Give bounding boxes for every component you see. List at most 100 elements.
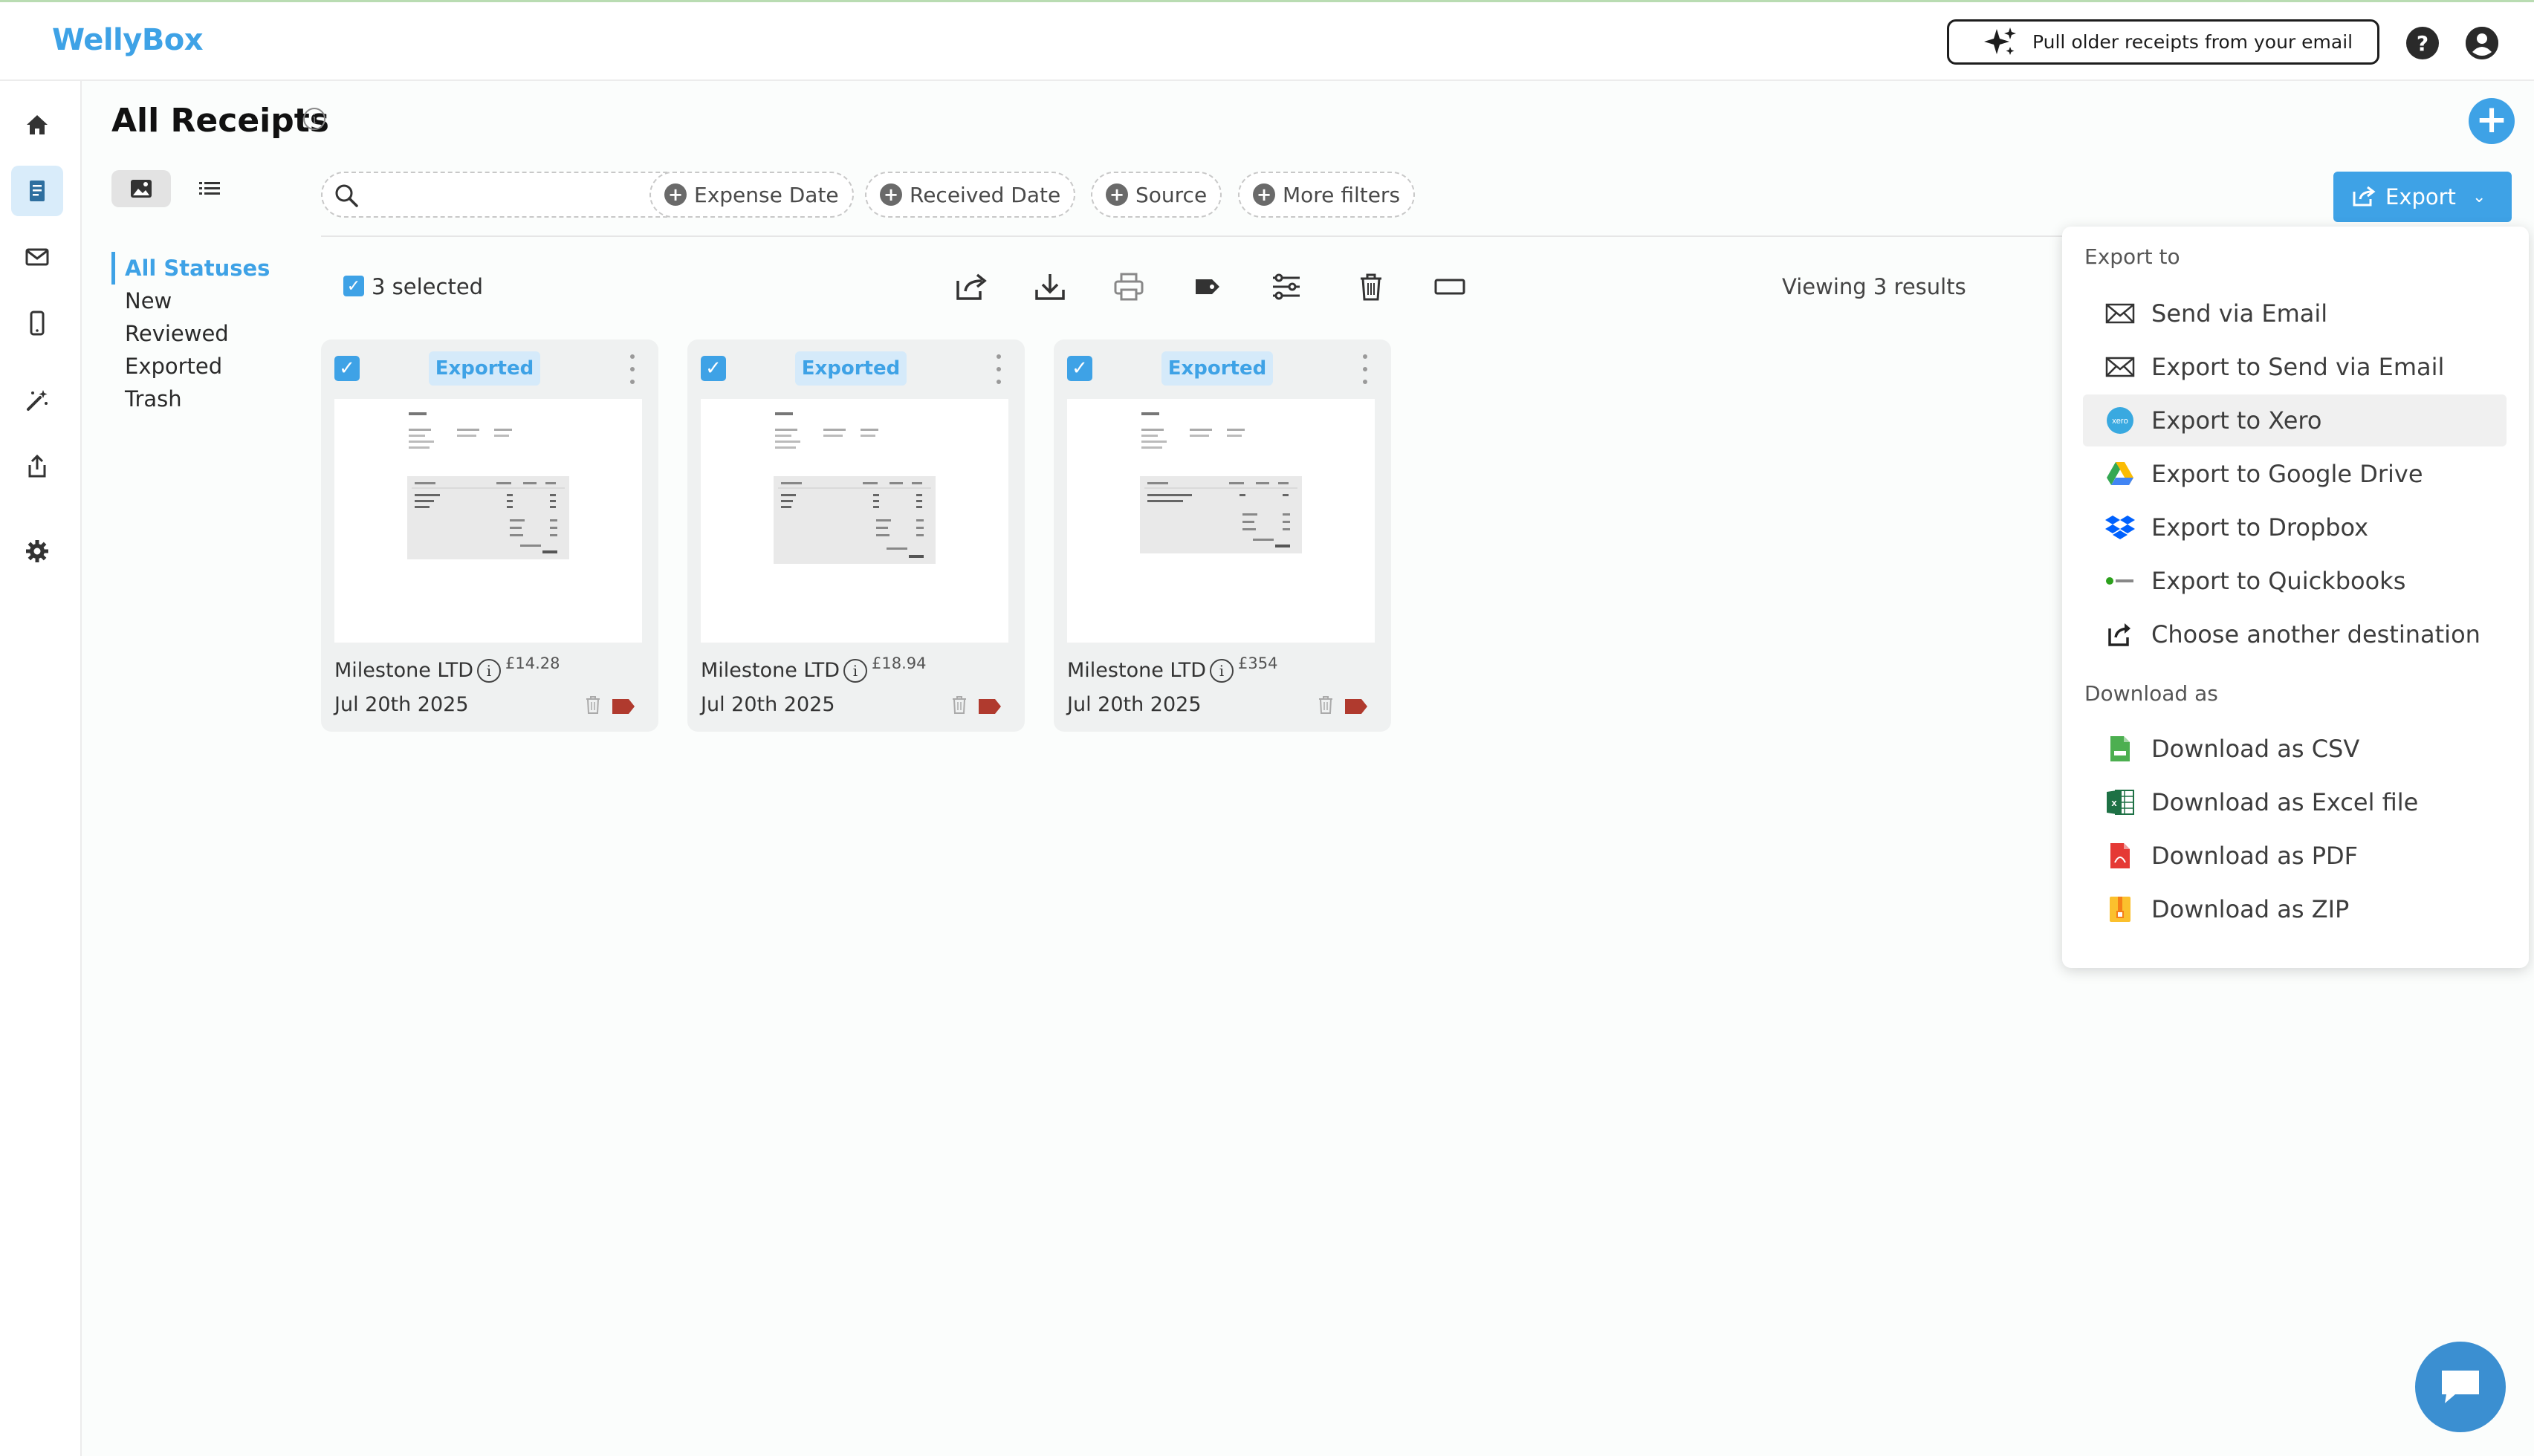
export-button[interactable]: Export ⌄	[2333, 172, 2512, 222]
more-vert-icon[interactable]	[994, 354, 1003, 384]
view-toggle	[111, 170, 239, 207]
menu-label: Export to Dropbox	[2151, 513, 2369, 542]
xero-icon: xero	[2105, 406, 2135, 435]
plus-circle-icon: +	[664, 183, 687, 206]
dropbox-icon	[2105, 513, 2135, 542]
info-icon[interactable]: i	[1210, 659, 1234, 683]
add-receipt-button[interactable]: +	[2469, 98, 2515, 144]
card-checkbox[interactable]: ✓	[701, 356, 726, 381]
status-all[interactable]: All Statuses	[111, 252, 270, 285]
sidebar-receipts[interactable]	[11, 166, 63, 216]
tag-icon[interactable]	[611, 698, 636, 715]
list-view-button[interactable]	[180, 170, 239, 207]
menu-label: Download as CSV	[2151, 735, 2360, 763]
menu-label: Export to Google Drive	[2151, 460, 2423, 488]
info-icon[interactable]: i	[303, 108, 325, 130]
help-icon[interactable]: ?	[2406, 27, 2439, 59]
card-checkbox[interactable]: ✓	[334, 356, 360, 381]
chat-support-button[interactable]	[2415, 1342, 2506, 1432]
trash-icon[interactable]	[1317, 695, 1335, 715]
sidebar-home[interactable]	[11, 100, 63, 150]
menu-label: Download as PDF	[2151, 842, 2359, 870]
share-icon	[956, 273, 987, 300]
receipt-thumbnail[interactable]	[1067, 399, 1375, 643]
more-vert-icon[interactable]	[628, 354, 637, 384]
export-icon	[2353, 186, 2376, 207]
receipt-card[interactable]: ✓ Exported Milestone LTD i £354 Jul 20th…	[1054, 339, 1391, 732]
grid-view-button[interactable]	[111, 170, 171, 207]
account-icon[interactable]	[2466, 27, 2498, 59]
menu-send-via-email[interactable]: Send via Email	[2083, 287, 2507, 339]
status-exported[interactable]: Exported	[111, 350, 270, 383]
menu-download-csv[interactable]: Download as CSV	[2083, 723, 2507, 775]
search-input[interactable]	[367, 179, 664, 212]
menu-download-excel[interactable]: x Download as Excel file	[2083, 776, 2507, 828]
image-icon	[131, 180, 152, 198]
menu-export-send-via-email[interactable]: Export to Send via Email	[2083, 341, 2507, 393]
pull-older-receipts-label: Pull older receipts from your email	[2032, 31, 2353, 53]
menu-download-pdf[interactable]: Download as PDF	[2083, 830, 2507, 882]
receipt-amount: £354	[1238, 654, 1278, 672]
tag-icon[interactable]	[1344, 698, 1369, 715]
status-badge: Exported	[429, 351, 540, 386]
menu-export-google-drive[interactable]: Export to Google Drive	[2083, 448, 2507, 500]
trash-icon[interactable]	[950, 695, 968, 715]
envelope-icon	[25, 248, 49, 266]
app-logo[interactable]: WellyBox	[52, 23, 204, 57]
filter-expense-date[interactable]: + Expense Date	[649, 172, 854, 218]
menu-export-quickbooks[interactable]: Export to Quickbooks	[2083, 555, 2507, 607]
card-checkbox[interactable]: ✓	[1067, 356, 1092, 381]
filter-label: Source	[1135, 182, 1208, 207]
delete-action-button[interactable]	[1352, 268, 1390, 305]
download-action-button[interactable]	[1031, 268, 1069, 305]
filter-source[interactable]: + Source	[1091, 172, 1222, 218]
receipt-card[interactable]: ✓ Exported Milestone LTD i £1	[687, 339, 1025, 732]
sidebar-settings[interactable]	[11, 526, 63, 576]
search-icon	[335, 184, 358, 207]
menu-export-xero[interactable]: xero Export to Xero	[2083, 394, 2507, 446]
sidebar-share[interactable]	[11, 441, 63, 492]
edit-fields-button[interactable]	[1268, 268, 1305, 305]
gear-icon	[26, 540, 48, 562]
envelope-icon	[2105, 352, 2135, 382]
menu-export-dropbox[interactable]: Export to Dropbox	[2083, 501, 2507, 553]
menu-label: Export to Quickbooks	[2151, 567, 2406, 595]
results-count: Viewing 3 results	[1782, 274, 1966, 299]
trash-icon[interactable]	[584, 695, 602, 715]
status-filter-list: All Statuses New Reviewed Exported Trash	[111, 252, 270, 415]
receipt-thumbnail[interactable]	[334, 399, 642, 643]
status-reviewed[interactable]: Reviewed	[111, 317, 270, 350]
pull-older-receipts-button[interactable]: Pull older receipts from your email	[1947, 19, 2379, 65]
info-icon[interactable]: i	[843, 659, 867, 683]
chat-bubble-icon	[2442, 1371, 2479, 1403]
status-badge: Exported	[1161, 351, 1273, 386]
receipt-card[interactable]: ✓ Exported Milestone LTD i £1	[321, 339, 658, 732]
info-icon[interactable]: i	[477, 659, 501, 683]
print-action-button[interactable]	[1110, 268, 1147, 305]
select-all-checkbox[interactable]: ✓	[343, 276, 364, 296]
quickbooks-icon	[2105, 566, 2135, 596]
filter-label: Expense Date	[694, 182, 839, 207]
selected-count: 3 selected	[372, 274, 484, 299]
sliders-icon	[1273, 273, 1300, 300]
tag-icon[interactable]	[977, 698, 1002, 715]
page-title: All Receipts	[111, 102, 329, 140]
filter-received-date[interactable]: + Received Date	[865, 172, 1076, 218]
sidebar-magic[interactable]	[11, 375, 63, 426]
split-action-button[interactable]	[1431, 268, 1468, 305]
share-action-button[interactable]	[953, 268, 990, 305]
filter-label: More filters	[1283, 182, 1401, 207]
tag-action-button[interactable]	[1189, 268, 1226, 305]
status-new[interactable]: New	[111, 285, 270, 317]
filter-more[interactable]: + More filters	[1238, 172, 1416, 218]
tag-icon	[1196, 279, 1219, 294]
receipt-thumbnail[interactable]	[701, 399, 1008, 643]
sidebar-mail[interactable]	[11, 232, 63, 282]
sparkles-icon	[1984, 27, 2016, 55]
rectangle-icon	[1434, 279, 1465, 295]
status-trash[interactable]: Trash	[111, 383, 270, 415]
sidebar-mobile[interactable]	[11, 298, 63, 348]
menu-download-zip[interactable]: Download as ZIP	[2083, 883, 2507, 935]
menu-choose-destination[interactable]: Choose another destination	[2083, 608, 2507, 660]
more-vert-icon[interactable]	[1361, 354, 1370, 384]
